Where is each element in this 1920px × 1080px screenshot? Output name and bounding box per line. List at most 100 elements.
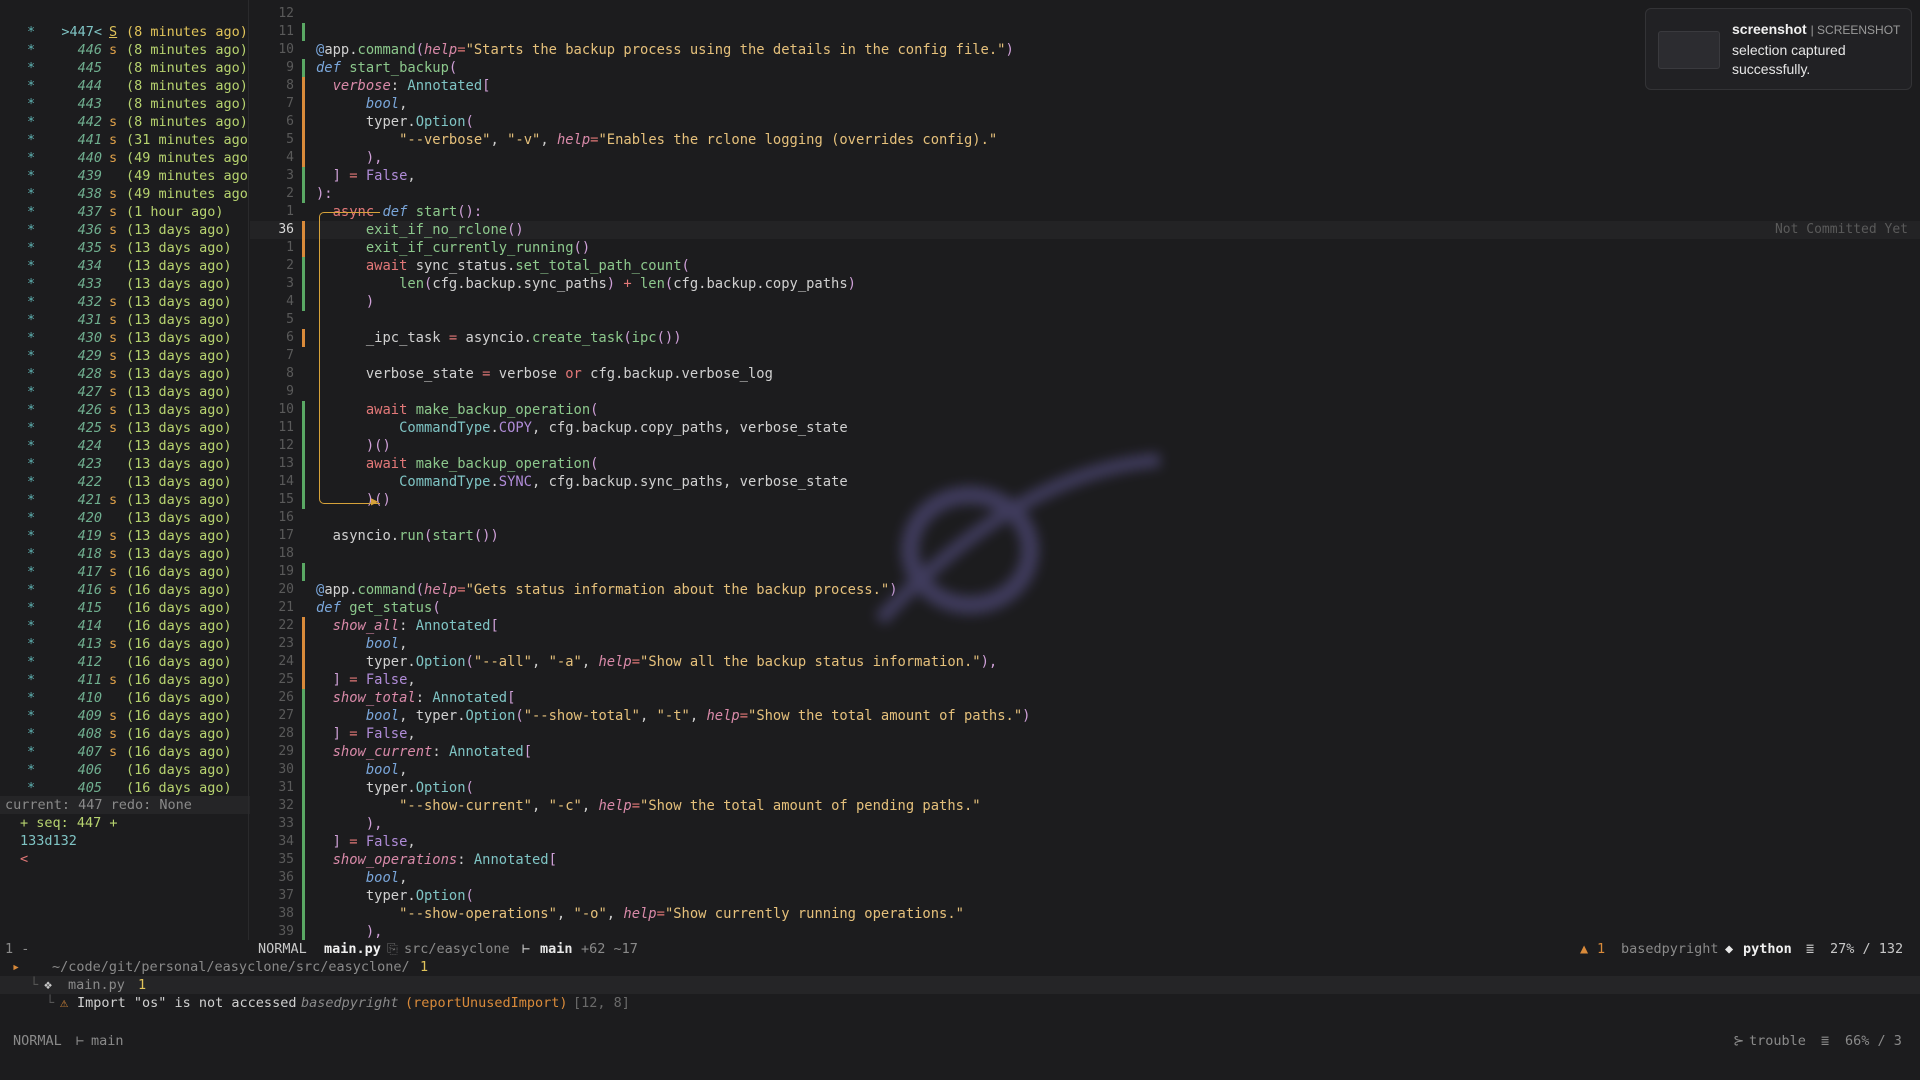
undo-entry[interactable]: * 415 (16 days ago) [0,599,245,617]
code-line[interactable]: typer.Option("--all", "-a", help="Show a… [316,653,997,671]
code-line[interactable]: ] = False, [316,833,416,851]
trouble-dir[interactable]: ~/code/git/personal/easyclone/src/easycl… [52,958,410,976]
code-line[interactable]: bool, [316,761,408,779]
line-number: 23 [278,636,294,651]
undo-entry[interactable]: * 407 s (16 days ago) [0,743,245,761]
undo-entry[interactable]: * 441 s (31 minutes ago [0,131,248,149]
undo-entry[interactable]: * 410 (16 days ago) [0,689,245,707]
undo-entry[interactable]: * 428 s (13 days ago) [0,365,245,383]
screenshot-notification[interactable]: screenshot | SCREENSHOT selection captur… [1645,8,1912,90]
line-number: 21 [278,600,294,615]
undo-seq: 414 [77,618,102,634]
undo-entry[interactable]: * 413 s (16 days ago) [0,635,245,653]
undo-entry[interactable]: * >447< S (8 minutes ago) [0,23,248,41]
undo-entry[interactable]: * 406 (16 days ago) [0,761,245,779]
diagnostic-message[interactable]: Import "os" is not accessed [77,994,296,1012]
undo-entry[interactable]: * 412 (16 days ago) [0,653,245,671]
code-line[interactable]: asyncio.run(start()) [316,527,499,545]
code-token: , [399,870,408,886]
undo-entry[interactable]: * 439 (49 minutes ago [0,167,248,185]
code-line[interactable]: len(cfg.backup.sync_paths) + len(cfg.bac… [316,275,856,293]
undo-entry[interactable]: * 434 (13 days ago) [0,257,245,275]
undo-time: (16 days ago) [126,780,232,796]
undo-entry[interactable]: * 421 s (13 days ago) [0,491,245,509]
undo-entry[interactable]: * 429 s (13 days ago) [0,347,245,365]
undo-entry[interactable]: * 417 s (16 days ago) [0,563,245,581]
code-line[interactable]: verbose: Annotated[ [316,77,491,95]
code-line[interactable]: bool, [316,635,408,653]
git-branch[interactable]: main [540,940,573,958]
undo-entry[interactable]: * 437 s (1 hour ago) [0,203,245,221]
code-line[interactable]: show_total: Annotated[ [316,689,516,707]
trouble-panel[interactable]: ▸ ~/code/git/personal/easyclone/src/easy… [0,958,1920,1028]
undo-entry[interactable]: * 436 s (13 days ago) [0,221,245,239]
undo-entry[interactable]: * 435 s (13 days ago) [0,239,245,257]
line-number: 3 [286,276,294,291]
undo-entry[interactable]: * 427 s (13 days ago) [0,383,245,401]
undo-entry[interactable]: * 411 s (16 days ago) [0,671,245,689]
code-line[interactable]: bool, [316,869,408,887]
code-line[interactable]: show_operations: Annotated[ [316,851,557,869]
code-line[interactable]: def get_status( [316,599,441,617]
undo-node-marker: * [27,510,36,526]
undo-entry[interactable]: * 438 s (49 minutes ago [0,185,248,203]
warning-count[interactable]: 1 [1597,940,1605,958]
pane-divider[interactable] [248,0,249,940]
code-line[interactable]: bool, [316,95,408,113]
undo-time: (31 minutes ago [126,132,248,148]
undo-entry[interactable]: * 426 s (13 days ago) [0,401,245,419]
code-line[interactable]: verbose_state = verbose or cfg.backup.ve… [316,365,773,383]
code-line[interactable]: bool, typer.Option("--show-total", "-t",… [316,707,1031,725]
code-line[interactable]: ), [316,923,383,941]
undo-entry[interactable]: * 405 (16 days ago) [0,779,245,797]
undo-entry[interactable]: * 409 s (16 days ago) [0,707,245,725]
undo-entry[interactable]: * 443 (8 minutes ago) [0,95,248,113]
code-line[interactable]: "--show-operations", "-o", help="Show cu… [316,905,964,923]
code-line[interactable]: ] = False, [316,671,416,689]
undo-entry[interactable]: * 414 (16 days ago) [0,617,245,635]
undo-entry[interactable]: * 433 (13 days ago) [0,275,245,293]
code-line[interactable]: CommandType.COPY, cfg.backup.copy_paths,… [316,419,848,437]
code-line[interactable]: def start_backup( [316,59,457,77]
undo-entry[interactable]: * 420 (13 days ago) [0,509,245,527]
undo-entry[interactable]: * 416 s (16 days ago) [0,581,245,599]
file-name[interactable]: main.py [324,940,381,958]
code-line[interactable]: typer.Option( [316,113,474,131]
code-line[interactable]: typer.Option( [316,779,474,797]
undo-entry[interactable]: * 422 (13 days ago) [0,473,245,491]
code-line[interactable]: typer.Option( [316,887,474,905]
undo-entry[interactable]: * 423 (13 days ago) [0,455,245,473]
code-line[interactable]: @app.command(help="Gets status informati… [316,581,898,599]
undotree-panel[interactable]: * >447< S (8 minutes ago) * 446 s (8 minutes ag… [0,0,250,940]
undo-entry[interactable]: * 408 s (16 days ago) [0,725,245,743]
undo-entry[interactable]: * 440 s (49 minutes ago [0,149,248,167]
screenshot-thumbnail[interactable] [1658,31,1720,69]
trouble-file[interactable]: main.py [68,976,125,994]
trouble-file-count: 1 [138,977,147,993]
code-line[interactable]: @app.command(help="Starts the backup pro… [316,41,1014,59]
undo-entry[interactable]: * 446 s (8 minutes ago) [0,41,248,59]
code-line[interactable]: ): [316,185,333,203]
code-line[interactable]: "--verbose", "-v", help="Enables the rcl… [316,131,997,149]
undo-entry[interactable]: * 418 s (13 days ago) [0,545,245,563]
code-line[interactable]: ] = False, [316,725,416,743]
code-line[interactable]: show_current: Annotated[ [316,743,532,761]
undo-entry[interactable]: * 424 (13 days ago) [0,437,245,455]
git-sign [302,293,305,311]
code-line[interactable]: ), [316,149,383,167]
code-line[interactable]: ), [316,815,383,833]
undo-entry[interactable]: * 430 s (13 days ago) [0,329,245,347]
code-line[interactable]: ] = False, [316,167,416,185]
code-line[interactable]: show_all: Annotated[ [316,617,499,635]
code-line[interactable]: CommandType.SYNC, cfg.backup.sync_paths,… [316,473,848,491]
undo-entry[interactable]: * 445 (8 minutes ago) [0,59,248,77]
code-token: ) [1022,708,1031,724]
undo-entry[interactable]: * 419 s (13 days ago) [0,527,245,545]
undo-entry[interactable]: * 432 s (13 days ago) [0,293,245,311]
code-line[interactable]: "--show-current", "-c", help="Show the t… [316,797,981,815]
undo-entry[interactable]: * 425 s (13 days ago) [0,419,245,437]
undo-entry[interactable]: * 442 s (8 minutes ago) [0,113,248,131]
trouble-selected-row [0,976,1920,994]
undo-entry[interactable]: * 444 (8 minutes ago) [0,77,248,95]
undo-entry[interactable]: * 431 s (13 days ago) [0,311,245,329]
